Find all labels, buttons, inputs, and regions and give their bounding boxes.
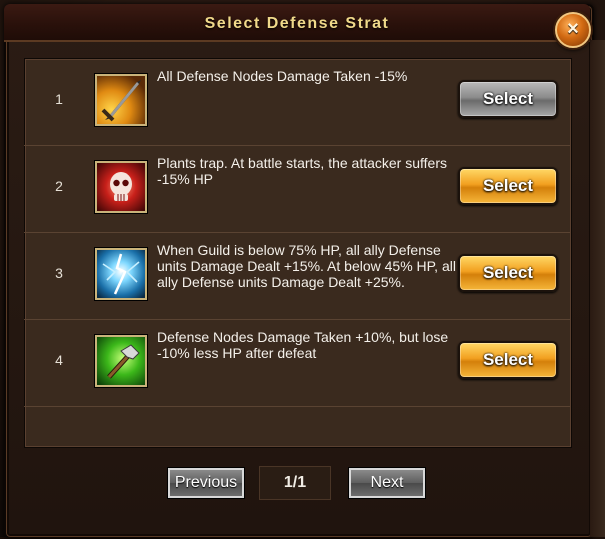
strategy-row-3: 3 When Guild is below 75% HP, all ally D… <box>24 232 570 320</box>
select-button-4[interactable]: Select <box>458 341 558 379</box>
lightning-burst-icon <box>95 248 147 300</box>
background-edge-strip <box>590 40 605 537</box>
select-button-2[interactable]: Select <box>458 167 558 205</box>
next-button[interactable]: Next <box>349 468 425 498</box>
previous-button[interactable]: Previous <box>168 468 244 498</box>
strategy-row-4: 4 Defense Nodes Damage Taken +10%, but l… <box>24 319 570 407</box>
select-button-3[interactable]: Select <box>458 254 558 292</box>
strategy-description: Defense Nodes Damage Taken +10%, but los… <box>157 329 449 361</box>
strategy-description: When Guild is below 75% HP, all ally Def… <box>157 242 456 290</box>
strategy-description: Plants trap. At battle starts, the attac… <box>157 155 447 187</box>
strategy-row-2: 2 Plants trap. At battle starts, the att… <box>24 145 570 233</box>
skull-trap-icon <box>95 161 147 213</box>
strategy-index: 1 <box>55 91 63 107</box>
sword-damage-down-icon <box>95 74 147 126</box>
close-icon: × <box>567 18 579 40</box>
select-button-1[interactable]: Select <box>458 80 558 118</box>
close-button[interactable]: × <box>555 12 591 48</box>
strategy-row-1: 1 All Defense Nodes Damage Taken -15% Se… <box>24 58 570 146</box>
page-indicator: 1/1 <box>259 466 331 500</box>
strategy-index: 3 <box>55 265 63 281</box>
hammer-repair-icon <box>95 335 147 387</box>
strategy-index: 2 <box>55 178 63 194</box>
strategy-index: 4 <box>55 352 63 368</box>
dialog-titlebar: Select Defense Strat <box>4 4 590 42</box>
dialog-title: Select Defense Strat <box>204 15 390 32</box>
strategy-description: All Defense Nodes Damage Taken -15% <box>157 68 408 84</box>
